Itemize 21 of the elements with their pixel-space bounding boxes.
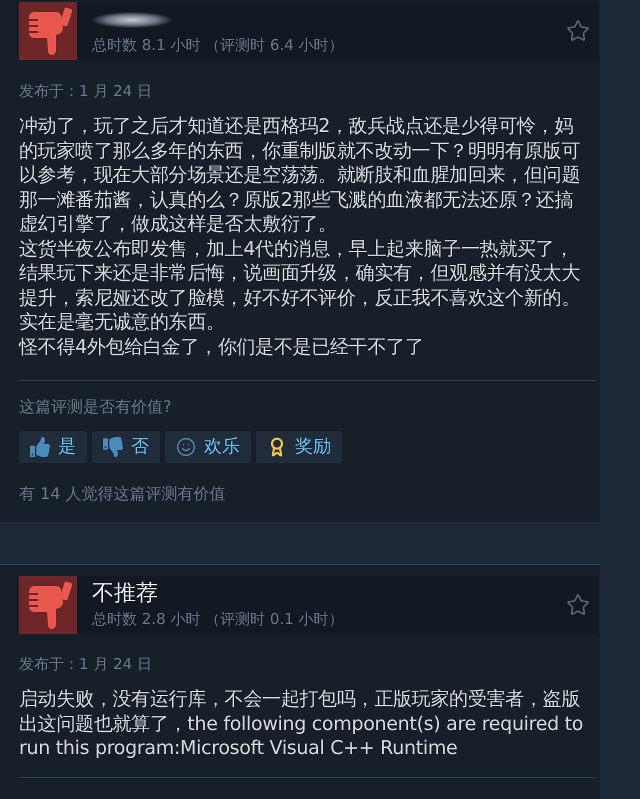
thumbs-up-icon bbox=[30, 437, 50, 457]
posted-date: 发布于：1 月 24 日 bbox=[19, 81, 153, 101]
vote-button[interactable]: 否 bbox=[92, 431, 160, 463]
posted-date: 发布于：1 月 24 日 bbox=[19, 654, 153, 674]
review-paragraph: 冲动了，玩了之后才知道还是西格玛2，敌兵战点还是少得可怜，妈的玩家喷了那么多年的东西，你重制版就不改动一下？明明有原版可以参考，现在大部分场景还是空荡荡。就断肢和血腥加回来，但问题那一滩番茄酱，认真的么？原版2那些飞溅的血液都无法还原？还搞虚幻引擎了，做成这样是否太敷衍了。 bbox=[19, 114, 582, 236]
vote-button[interactable]: 欢乐 bbox=[165, 431, 251, 463]
star-icon[interactable] bbox=[566, 19, 590, 43]
vote-button[interactable]: 奖励 bbox=[256, 431, 342, 463]
vote-button[interactable]: 是 bbox=[19, 431, 87, 463]
star-icon[interactable] bbox=[566, 593, 590, 617]
playtime-text: 总时数 2.8 小时 （评测时 0.1 小时） bbox=[92, 610, 344, 628]
review-title: 不推荐 bbox=[92, 580, 158, 608]
helpful-question: 这篇评测是否有价值? bbox=[19, 397, 172, 417]
thumbs-down-icon bbox=[103, 437, 123, 457]
review-paragraph: 怪不得4外包给白金了，你们是不是已经干不了了 bbox=[19, 334, 424, 359]
smiley-icon bbox=[176, 437, 196, 457]
review-paragraph: 这货半夜公布即发售，加上4代的消息，早上起来脑子一热就买了，结果玩下来还是非常后悔，说画面升级，确实有，但观感并有没太大提升，索尼娅还改了脸模，好不好不评价，反正我不喜欢这个新的。 bbox=[19, 236, 582, 310]
review-paragraph: 启动失败，没有运行库，不会一起打包吗，正版玩家的受害者，盗版出这问题也就算了，the following component(s) are required to run this program:Microsoft Visual C++ Runtime bbox=[19, 687, 584, 760]
playtime-text: 总时数 8.1 小时 （评测时 6.4 小时） bbox=[92, 36, 344, 54]
helpful-count: 有 14 人觉得这篇评测有价值 bbox=[19, 484, 227, 504]
review-paragraph: 实在是毫无诚意的东西。 bbox=[19, 310, 226, 334]
